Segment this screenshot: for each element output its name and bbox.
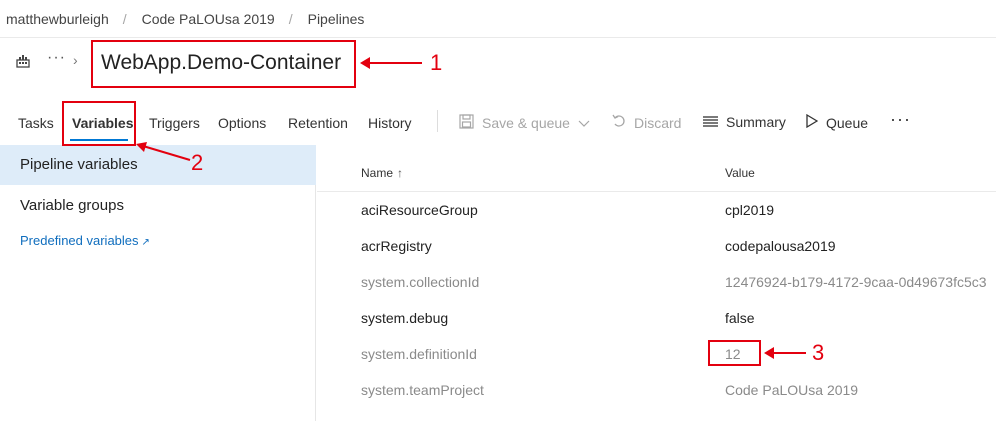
building-icon	[16, 54, 30, 68]
sort-ascending-icon: ↑	[397, 166, 404, 180]
callout-arrow	[136, 142, 191, 161]
discard-button[interactable]: Discard	[612, 114, 681, 131]
breadcrumb-separator: /	[288, 10, 293, 27]
external-link-icon: ↗	[141, 237, 150, 248]
variable-name: system.collectionId	[361, 274, 480, 290]
tab-history[interactable]: History	[368, 115, 412, 131]
table-row: system.collectionId 12476924-b179-4172-9…	[317, 264, 996, 300]
breadcrumb-pipelines[interactable]: Pipelines	[308, 11, 365, 27]
summary-button[interactable]: Summary	[703, 114, 786, 130]
variable-value[interactable]: codepalousa2019	[725, 238, 836, 254]
nav-variable-groups[interactable]: Variable groups	[0, 197, 316, 214]
more-actions-icon[interactable]: ···	[47, 49, 66, 67]
save-icon	[459, 114, 474, 132]
variable-value[interactable]: cpl2019	[725, 202, 774, 218]
chevron-right-icon: ›	[73, 52, 78, 68]
variable-name[interactable]: acrRegistry	[361, 238, 432, 254]
breadcrumb-separator: /	[122, 10, 127, 27]
variable-name[interactable]: system.debug	[361, 310, 448, 326]
callout-box-definition-id	[708, 340, 761, 366]
toolbar-divider	[437, 110, 438, 132]
variable-name: system.definitionId	[361, 346, 477, 362]
column-header-value: Value	[725, 166, 755, 180]
callout-arrow-line	[368, 62, 422, 64]
variables-nav: Pipeline variables Variable groups Prede…	[0, 145, 316, 421]
callout-number-1: 1	[430, 50, 443, 75]
summary-label: Summary	[726, 114, 786, 130]
tab-bar: Tasks Variables Triggers Options Retenti…	[0, 97, 996, 145]
predefined-variables-label: Predefined variables	[20, 233, 139, 248]
column-header-name[interactable]: Name ↑	[361, 166, 403, 180]
variables-grid: Name ↑ Value aciResourceGroup cpl2019 acr…	[317, 145, 996, 421]
variable-name[interactable]: aciResourceGroup	[361, 202, 478, 218]
save-queue-label: Save & queue	[482, 115, 570, 131]
tab-triggers[interactable]: Triggers	[149, 115, 200, 131]
variable-name: system.teamProject	[361, 382, 484, 398]
queue-label: Queue	[826, 114, 869, 131]
variable-value: Code PaLOUsa 2019	[725, 382, 859, 398]
breadcrumb-project[interactable]: Code PaLOUsa 2019	[142, 11, 275, 27]
save-queue-button[interactable]: Save & queue	[459, 114, 590, 132]
discard-label: Discard	[634, 114, 682, 131]
callout-number-2: 2	[191, 150, 204, 175]
callout-number-3: 3	[812, 340, 825, 365]
tab-options[interactable]: Options	[218, 115, 266, 131]
queue-button[interactable]: Queue	[806, 113, 869, 131]
predefined-variables-link[interactable]: Predefined variables ↗	[20, 233, 150, 248]
tab-retention[interactable]: Retention	[288, 115, 348, 131]
callout-box-variables-tab	[62, 101, 136, 146]
table-row[interactable]: acrRegistry codepalousa2019	[317, 228, 996, 264]
breadcrumb: matthewburleigh / Code PaLOUsa 2019 / Pi…	[0, 0, 996, 38]
breadcrumb-org[interactable]: matthewburleigh	[6, 11, 109, 27]
undo-icon	[612, 114, 626, 131]
table-row: system.teamProject Code PaLOUsa 2019	[317, 372, 996, 408]
variable-value[interactable]: false	[725, 310, 755, 326]
table-row: system.definitionId 12	[317, 336, 996, 372]
callout-box-title	[91, 40, 356, 88]
play-icon	[806, 113, 819, 131]
chevron-down-icon	[578, 115, 590, 131]
tab-tasks[interactable]: Tasks	[18, 115, 54, 131]
table-row[interactable]: system.debug false	[317, 300, 996, 336]
more-commands-icon[interactable]: ···	[890, 109, 911, 130]
callout-arrow-line	[772, 352, 806, 354]
table-row[interactable]: aciResourceGroup cpl2019	[317, 192, 996, 228]
list-icon	[703, 114, 718, 130]
variable-value: 12476924-b179-4172-9caa-0d49673fc5c3	[725, 274, 987, 290]
grid-header: Name ↑ Value	[317, 145, 996, 192]
column-name-label: Name	[361, 166, 394, 180]
